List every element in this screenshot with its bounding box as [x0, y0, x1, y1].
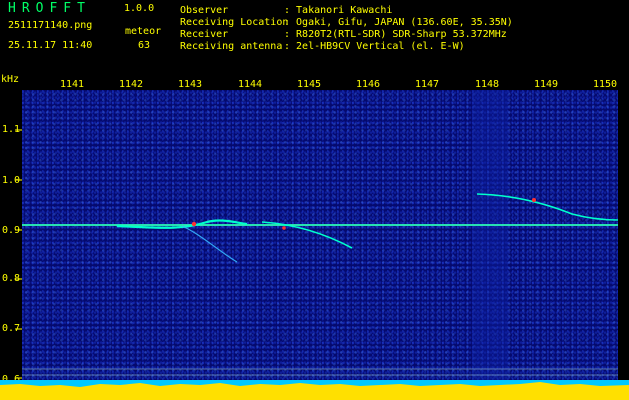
capture-filename: 2511171140.png: [8, 20, 93, 31]
receiver-value: : R820T2(RTL-SDR) SDR-Sharp 53.372MHz: [284, 29, 507, 40]
echo-hotspot: [532, 198, 536, 202]
location-label: Receiving Location: [180, 17, 289, 28]
location-value: : Ogaki, Gifu, JAPAN (136.60E, 35.35N): [284, 17, 513, 28]
meteor-label: meteor: [125, 26, 162, 37]
antenna-value: : 2el-HB9CV Vertical (el. E-W): [284, 41, 465, 52]
observer-value: : Takanori Kawachi: [284, 5, 393, 16]
noise-band: [472, 90, 508, 380]
spectrogram-traces: [22, 90, 618, 380]
capture-datetime: 25.11.17 11:40: [8, 40, 93, 51]
receiver-label: Receiver: [180, 29, 229, 40]
app-version: 1.0.0: [124, 3, 155, 14]
level-envelope: [0, 382, 629, 400]
left-tick-marks: [15, 129, 22, 379]
spectrogram: [22, 90, 618, 380]
meteor-trace: [181, 225, 238, 263]
meteor-count: 63: [138, 40, 151, 51]
observer-label: Observer: [180, 5, 229, 16]
echo-hotspot: [191, 221, 197, 227]
signal-level-bars: [0, 382, 629, 400]
echo-hotspot: [282, 226, 286, 230]
app-title: HROFFT: [8, 1, 91, 16]
antenna-label: Receiving antenna: [180, 41, 283, 52]
y-axis-unit: kHz: [1, 74, 20, 85]
header-panel: HROFFT 1.0.0 2511171140.png meteor 25.11…: [0, 0, 629, 58]
